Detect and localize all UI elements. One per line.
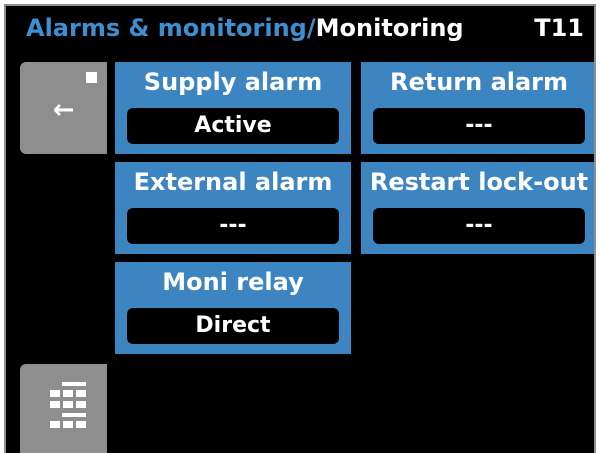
- header-bar: Alarms & monitoring/Monitoring T11: [6, 6, 594, 50]
- device-screen: Alarms & monitoring/Monitoring T11 ← Sup…: [4, 4, 596, 453]
- breadcrumb-parent-link[interactable]: Alarms & monitoring: [26, 14, 307, 42]
- tile-return-alarm[interactable]: Return alarm ---: [361, 62, 594, 154]
- tile-label: Supply alarm: [143, 68, 323, 96]
- tile-label: External alarm: [133, 168, 333, 196]
- back-button[interactable]: ←: [20, 62, 107, 154]
- tile-label: Restart lock-out: [369, 168, 589, 196]
- tile-moni-relay[interactable]: Moni relay Direct: [115, 262, 351, 354]
- tile-label: Return alarm: [389, 68, 569, 96]
- tile-restart-lock-out[interactable]: Restart lock-out ---: [361, 162, 594, 254]
- menu-button[interactable]: [20, 364, 107, 453]
- tile-value: ---: [373, 208, 585, 244]
- tile-external-alarm[interactable]: External alarm ---: [115, 162, 351, 254]
- breadcrumb: Alarms & monitoring/Monitoring: [26, 6, 464, 50]
- back-arrow-icon: ←: [52, 95, 75, 125]
- tile-value: ---: [373, 108, 585, 144]
- tile-supply-alarm[interactable]: Supply alarm Active: [115, 62, 351, 154]
- breadcrumb-separator: /: [306, 14, 316, 42]
- indicator-dot: [86, 72, 97, 83]
- tile-value: ---: [127, 208, 339, 244]
- tile-value: Direct: [127, 308, 339, 344]
- tile-label: Moni relay: [162, 268, 304, 296]
- grid-menu-icon: [50, 382, 86, 442]
- page-title: Monitoring: [315, 14, 464, 42]
- screen-id: T11: [534, 14, 584, 42]
- tile-value: Active: [127, 108, 339, 144]
